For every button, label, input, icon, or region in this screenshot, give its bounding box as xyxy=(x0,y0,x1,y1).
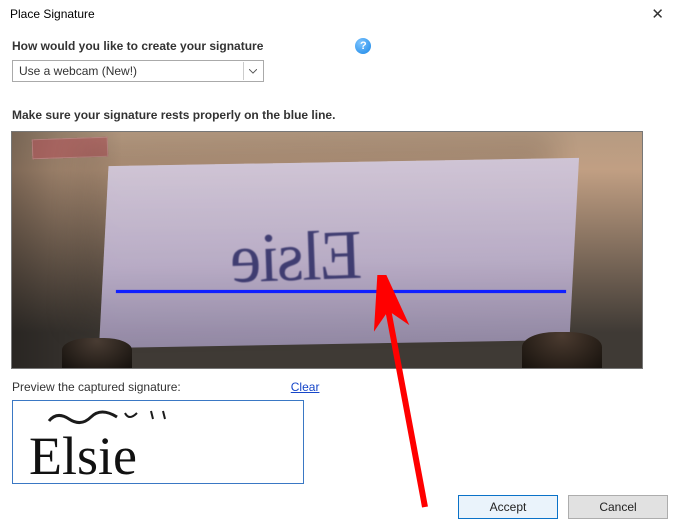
accept-button-label: Accept xyxy=(490,500,527,514)
help-icon[interactable]: ? xyxy=(355,38,371,54)
camera-hand xyxy=(522,332,602,368)
alignment-line xyxy=(116,290,566,293)
title-bar: Place Signature ✕ xyxy=(0,0,680,28)
webcam-instruction: Make sure your signature rests properly … xyxy=(12,108,668,122)
handwritten-signature-preview: Elsie xyxy=(29,425,137,484)
webcam-preview: Elsie xyxy=(12,132,642,368)
signature-preview: Elsie xyxy=(12,400,304,484)
dropdown-selected-value: Use a webcam (New!) xyxy=(19,64,137,78)
cancel-button-label: Cancel xyxy=(599,500,636,514)
preview-artifact xyxy=(47,407,207,425)
chevron-down-icon xyxy=(243,62,261,80)
camera-prop-tape xyxy=(32,137,109,160)
accept-button[interactable]: Accept xyxy=(458,495,558,519)
close-icon[interactable]: ✕ xyxy=(643,3,672,25)
handwritten-signature-camera: Elsie xyxy=(231,216,364,300)
create-method-dropdown[interactable]: Use a webcam (New!) xyxy=(12,60,264,82)
window-title: Place Signature xyxy=(10,7,95,21)
cancel-button[interactable]: Cancel xyxy=(568,495,668,519)
preview-label: Preview the captured signature: xyxy=(12,380,181,394)
clear-link[interactable]: Clear xyxy=(291,380,320,394)
camera-hand xyxy=(62,338,132,368)
create-signature-label: How would you like to create your signat… xyxy=(12,39,263,53)
dialog-button-bar: Accept Cancel xyxy=(458,495,668,519)
